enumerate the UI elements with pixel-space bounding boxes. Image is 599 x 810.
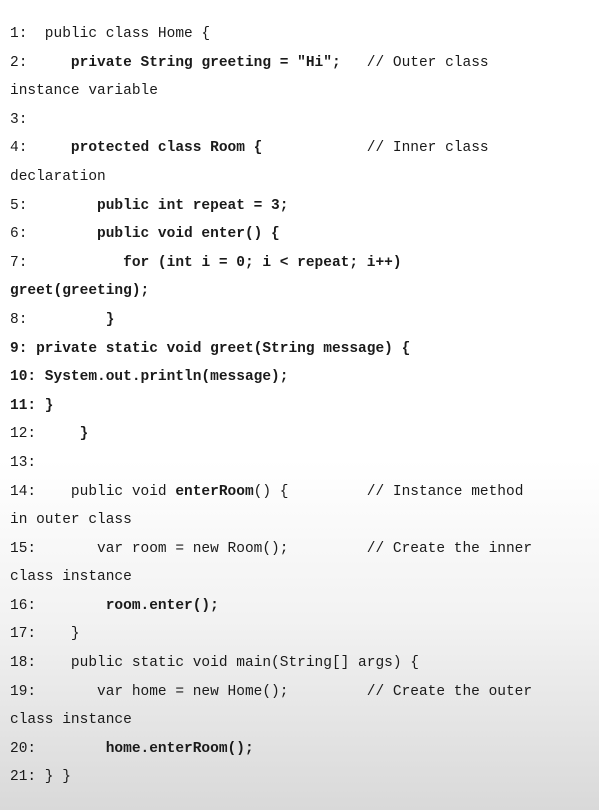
code-line: 1: public class Home { <box>10 20 599 49</box>
code-segment-bold: 9: private static void greet(String mess… <box>10 340 411 357</box>
code-line: 12: } <box>10 420 599 449</box>
code-segment: 6: <box>10 226 98 243</box>
code-line: class instance <box>10 563 599 592</box>
code-segment: in outer class <box>10 512 132 529</box>
code-segment: 3: <box>10 111 28 128</box>
code-line: class instance <box>10 706 599 735</box>
code-segment-bold: 10: System.out.println(message); <box>10 369 289 386</box>
code-line: 9: private static void greet(String mess… <box>10 335 599 364</box>
code-line: 4: protected class Room { // Inner class <box>10 134 599 163</box>
code-segment: 14: public void <box>10 483 176 500</box>
code-segment-bold: enterRoom <box>175 483 254 500</box>
code-line: 5: public int repeat = 3; <box>10 192 599 221</box>
code-line: 20: home.enterRoom(); <box>10 735 599 764</box>
code-segment-bold: 11: } <box>10 397 54 414</box>
code-segment: 18: public static void main(String[] arg… <box>10 655 419 672</box>
code-line: 11: } <box>10 392 599 421</box>
code-line: 2: private String greeting = "Hi"; // Ou… <box>10 49 599 78</box>
code-segment: 17: } <box>10 626 80 643</box>
code-segment: 5: <box>10 197 98 214</box>
code-line: 10: System.out.println(message); <box>10 363 599 392</box>
code-line: greet(greeting); <box>10 277 599 306</box>
code-line: 6: public void enter() { <box>10 220 599 249</box>
code-line: 17: } <box>10 620 599 649</box>
code-segment: 16: <box>10 597 106 614</box>
code-line: 19: var home = new Home(); // Create the… <box>10 678 599 707</box>
code-segment-bold: for (int i = 0; i < repeat; i++) <box>123 254 402 271</box>
code-segment: 1: public class Home { <box>10 26 211 42</box>
code-segment: 8: <box>10 311 106 328</box>
code-segment-bold: protected class Room { <box>70 140 263 157</box>
code-line: declaration <box>10 163 599 192</box>
code-line: 8: } <box>10 306 599 335</box>
code-segment-bold: home.enterRoom(); <box>105 740 254 757</box>
code-line: 7: for (int i = 0; i < repeat; i++) <box>10 249 599 278</box>
code-segment: 12: <box>10 426 80 443</box>
code-segment: class instance <box>10 712 132 729</box>
code-segment-bold: public int repeat = 3; <box>97 197 289 214</box>
code-segment: 4: <box>10 140 71 157</box>
code-segment: 13: <box>10 454 37 471</box>
code-line: 15: var room = new Room(); // Create the… <box>10 535 599 564</box>
code-segment: 7: <box>10 254 124 271</box>
code-segment: instance variable <box>10 83 158 100</box>
code-segment: declaration <box>10 168 106 185</box>
code-segment-bold: private String greeting = "Hi"; <box>70 54 341 71</box>
code-segment-bold: } <box>79 426 89 443</box>
code-segment: class instance <box>10 569 132 586</box>
code-line: 14: public void enterRoom() { // Instanc… <box>10 478 599 507</box>
code-segment: 2: <box>10 54 71 71</box>
code-segment: // Outer class <box>340 54 489 71</box>
code-listing: 1: public class Home { 2: private String … <box>0 20 599 792</box>
code-line: 21: } } <box>10 763 599 792</box>
document-page: 1: public class Home { 2: private String … <box>0 0 599 810</box>
code-segment: // Inner class <box>262 140 489 157</box>
code-segment-bold: room.enter(); <box>105 597 219 614</box>
code-line: 3: <box>10 106 599 135</box>
code-segment-bold: } <box>105 311 115 328</box>
code-line: instance variable <box>10 77 599 106</box>
code-segment-bold: greet(greeting); <box>10 283 150 300</box>
code-line: 16: room.enter(); <box>10 592 599 621</box>
code-line: in outer class <box>10 506 599 535</box>
code-segment: 19: var home = new Home(); // Create the… <box>10 683 533 700</box>
code-segment-bold: public void enter() { <box>97 226 280 243</box>
code-segment: 15: var room = new Room(); // Create the… <box>10 540 533 557</box>
code-line: 13: <box>10 449 599 478</box>
code-line: 18: public static void main(String[] arg… <box>10 649 599 678</box>
code-segment: 20: <box>10 740 106 757</box>
code-segment: 21: } } <box>10 769 71 786</box>
code-segment: () { // Instance method <box>253 483 524 500</box>
